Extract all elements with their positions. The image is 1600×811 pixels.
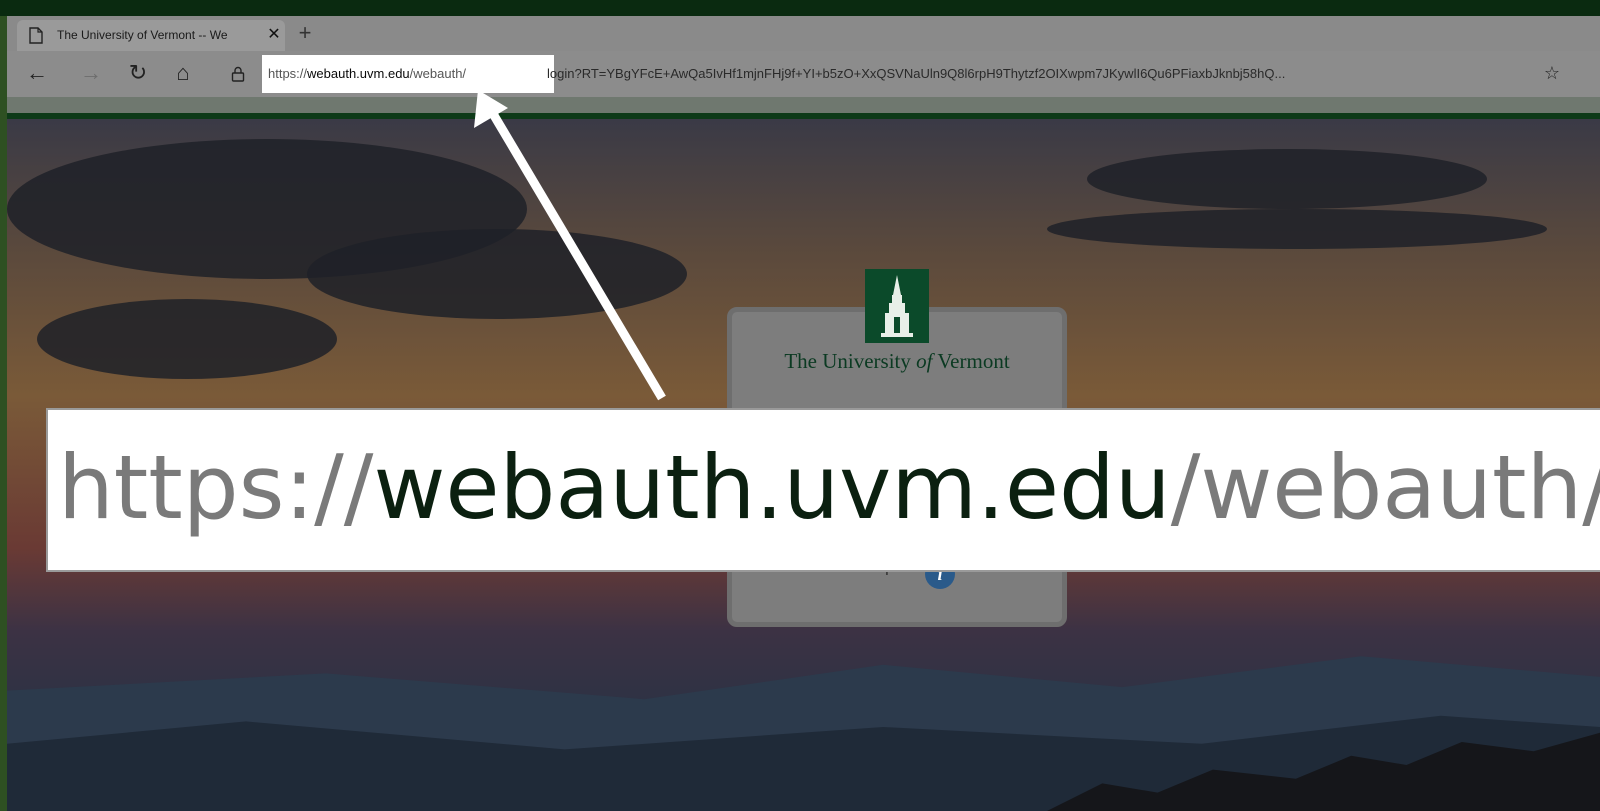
outer-border-left — [0, 16, 7, 811]
reload-icon[interactable]: ↻ — [124, 59, 152, 87]
tab-title: The University of Vermont -- We — [57, 28, 228, 42]
url-highlight: https://webauth.uvm.edu/webauth/ — [262, 55, 554, 93]
favorites-star-icon[interactable]: ☆ — [1540, 61, 1564, 85]
tower-icon — [881, 275, 913, 337]
lock-icon — [231, 66, 245, 82]
uvm-logo — [865, 269, 929, 343]
cloud — [307, 229, 687, 319]
cloud — [37, 299, 337, 379]
home-icon[interactable]: ⌂ — [169, 59, 197, 87]
url-query: login?RT=YBgYFcE+AwQa5IvHf1mjnFHj9f+YI+b… — [547, 66, 1286, 81]
page-header-strip — [7, 97, 1600, 119]
browser-tab[interactable]: The University of Vermont -- We ✕ — [17, 20, 285, 51]
outer-border-top — [0, 0, 1600, 16]
url-host: webauth.uvm.edu — [307, 66, 410, 81]
forward-arrow-icon[interactable]: → — [77, 59, 105, 87]
cloud — [1047, 209, 1547, 249]
tab-strip: The University of Vermont -- We ✕ + — [7, 16, 1600, 51]
institution-name: The University of Vermont — [784, 349, 1010, 373]
cloud — [1087, 149, 1487, 209]
browser-toolbar: ← → ↻ ⌂ https://webauth.uvm.edu/webauth/… — [7, 51, 1600, 97]
address-bar[interactable]: https://webauth.uvm.edu/webauth/ login?R… — [217, 55, 1547, 93]
close-tab-icon[interactable]: ✕ — [265, 25, 283, 45]
page-icon — [29, 27, 43, 44]
callout-path: /webauth/l — [1170, 436, 1600, 539]
url-path: /webauth/ — [409, 66, 467, 81]
new-tab-button[interactable]: + — [294, 22, 316, 46]
url-zoom-callout: https://webauth.uvm.edu/webauth/l — [48, 410, 1600, 570]
callout-scheme: https:// — [58, 436, 374, 539]
callout-host: webauth.uvm.edu — [373, 436, 1171, 539]
callout-url: https://webauth.uvm.edu/webauth/l — [58, 428, 1600, 548]
back-arrow-icon[interactable]: ← — [23, 59, 51, 87]
screenshot-frame: The University of Vermont -- We ✕ + ← → … — [0, 0, 1600, 811]
url-scheme: https:// — [268, 66, 308, 81]
